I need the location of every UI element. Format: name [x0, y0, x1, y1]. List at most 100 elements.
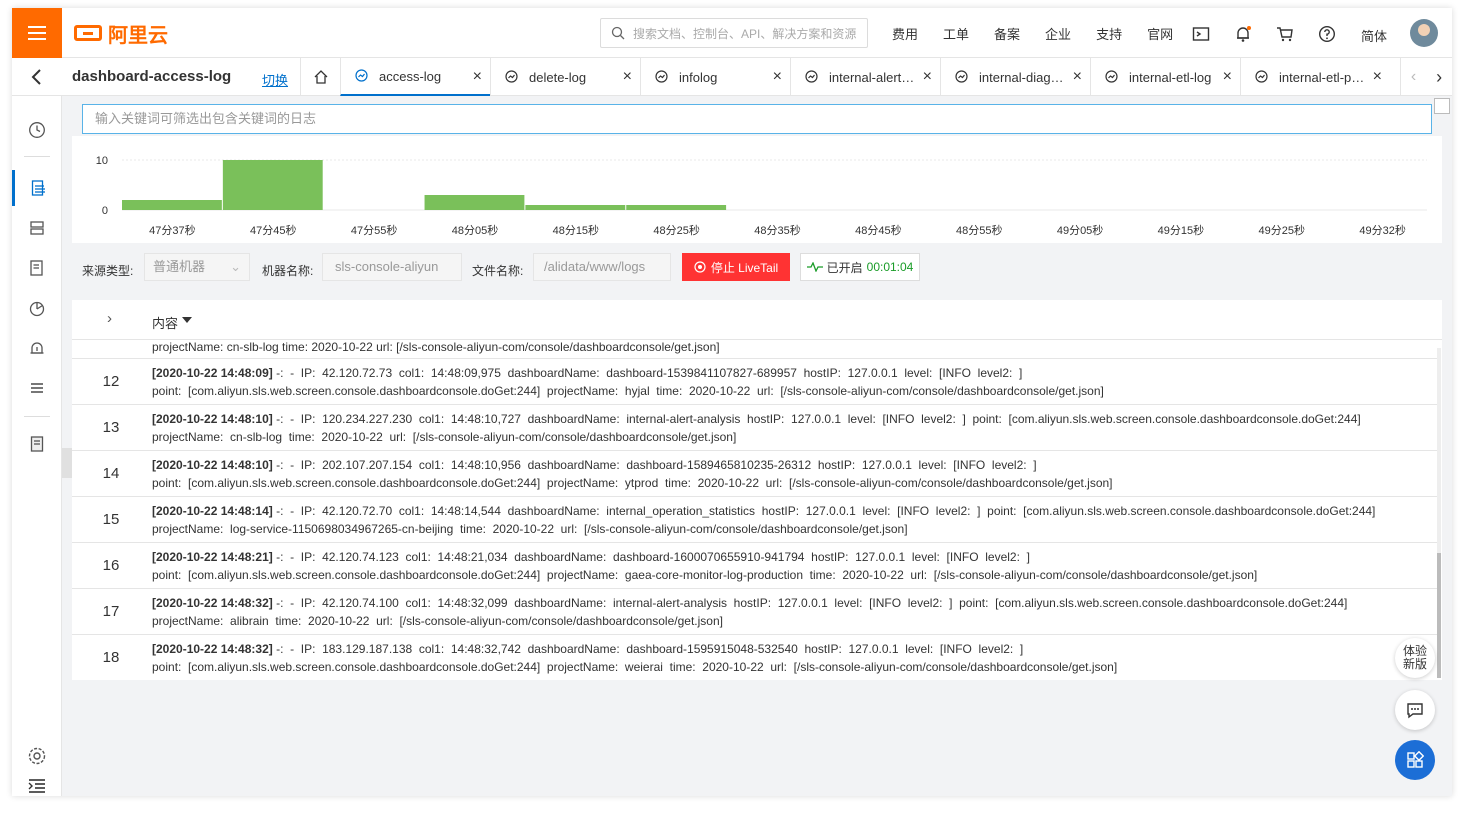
table-row[interactable]: 14 [2020-10-22 14:48:10] -: - IP: 202.107… — [72, 451, 1438, 497]
file-name-label: 文件名称: — [472, 264, 524, 278]
tab-label: internal-etl-log — [1129, 69, 1212, 85]
search-icon — [611, 26, 625, 40]
nav-billing[interactable]: 费用 — [892, 24, 918, 43]
tab-bar: dashboard-access-log 切换 access-log × delet… — [12, 58, 1452, 96]
tab-0[interactable]: access-log × — [340, 58, 490, 96]
x-tick-label: 48分25秒 — [653, 223, 699, 237]
search-placeholder: 搜索文档、控制台、API、解决方案和资源 — [633, 26, 857, 41]
close-icon[interactable]: × — [1373, 69, 1382, 85]
log-fields-1: -: - IP: 42.120.74.100 col1: 14:48:32,09… — [272, 596, 1348, 610]
close-icon[interactable]: × — [623, 69, 632, 85]
log-fields-1: -: - IP: 42.120.72.70 col1: 14:48:14,544… — [272, 504, 1376, 518]
log-tab-icon — [655, 70, 669, 84]
table-row[interactable]: 18 [2020-10-22 14:48:32] -: - IP: 183.129… — [72, 635, 1438, 680]
nav-icp[interactable]: 备案 — [994, 24, 1020, 43]
stop-livetail-button[interactable]: 停止 LiveTail — [682, 253, 790, 281]
log-timestamp: [2020-10-22 14:48:21] — [152, 550, 273, 564]
nav-website[interactable]: 官网 — [1147, 24, 1173, 43]
sidebar-item-logstore[interactable] — [12, 170, 62, 206]
new-version-button[interactable]: 体验新版 — [1395, 638, 1435, 678]
avatar[interactable] — [1410, 19, 1438, 47]
sidebar-item-storage[interactable] — [12, 210, 62, 246]
sidebar-item-list[interactable] — [12, 370, 62, 406]
log-line-1: [2020-10-22 14:48:32] -: - IP: 183.129.1… — [152, 642, 1023, 656]
table-row[interactable]: 12 [2020-10-22 14:48:09] -: - IP: 42.120.… — [72, 359, 1438, 405]
tab-scroll-controls: ‹ › — [1400, 58, 1452, 96]
sidebar-item-history[interactable] — [12, 112, 62, 148]
sort-down-icon[interactable] — [182, 317, 192, 323]
apps-button[interactable] — [1395, 740, 1435, 780]
log-tab-icon — [805, 70, 819, 84]
log-line-2: point: [com.aliyun.sls.web.screen.consol… — [152, 660, 1117, 674]
table-row[interactable]: 15 [2020-10-22 14:48:14] -: - IP: 42.120.… — [72, 497, 1438, 543]
switch-link[interactable]: 切换 — [262, 70, 288, 89]
table-row[interactable]: 13 [2020-10-22 14:48:10] -: - IP: 120.234… — [72, 405, 1438, 451]
help-icon[interactable] — [1318, 25, 1336, 43]
log-tab-icon — [1255, 70, 1269, 84]
gear-icon — [28, 747, 46, 765]
tab-prev-icon[interactable]: ‹ — [1411, 68, 1416, 86]
close-icon[interactable]: × — [1223, 69, 1232, 85]
tab-4[interactable]: internal-diag… × — [940, 58, 1090, 96]
sidebar-item-collapse[interactable] — [12, 768, 62, 796]
source-type-value: 普通机器 — [153, 259, 206, 274]
table-header: › 内容 — [72, 300, 1442, 340]
cart-icon[interactable] — [1276, 25, 1294, 43]
global-search[interactable]: 搜索文档、控制台、API、解决方案和资源 — [600, 18, 868, 48]
histogram-bar[interactable] — [424, 195, 525, 210]
home-icon — [314, 70, 327, 84]
tab-3[interactable]: internal-alert-… × — [790, 58, 940, 96]
sidebar-item-alerts[interactable] — [12, 330, 62, 366]
bell-icon[interactable] — [1234, 25, 1252, 43]
database-icon — [30, 221, 44, 235]
chat-icon — [1407, 703, 1423, 719]
x-tick-label: 48分15秒 — [553, 223, 599, 237]
close-icon[interactable]: × — [1073, 69, 1082, 85]
logo-mark-icon — [74, 25, 102, 41]
tab-1[interactable]: delete-log × — [490, 58, 640, 96]
machine-name-value: sls-console-aliyun — [335, 259, 439, 274]
terminal-icon[interactable] — [1192, 25, 1210, 43]
hamburger-icon — [28, 32, 46, 34]
close-icon[interactable]: × — [773, 69, 782, 85]
histogram-bar[interactable] — [222, 160, 323, 210]
table-row[interactable]: 17 [2020-10-22 14:48:32] -: - IP: 42.120.… — [72, 589, 1438, 635]
close-icon[interactable]: × — [923, 69, 932, 85]
chat-button[interactable] — [1395, 690, 1435, 730]
nav-support[interactable]: 支持 — [1096, 24, 1122, 43]
stop-icon — [694, 261, 706, 273]
tab-5[interactable]: internal-etl-log × — [1090, 58, 1240, 96]
tab-6[interactable]: internal-etl-pr… × — [1240, 58, 1390, 96]
menu-button[interactable] — [12, 8, 62, 58]
sidebar-item-dashboard[interactable] — [12, 290, 62, 326]
table-scroll-thumb[interactable] — [1437, 553, 1441, 678]
close-icon[interactable]: × — [473, 69, 482, 85]
file-name-value: /alidata/www/logs — [544, 259, 646, 274]
content-column-header[interactable]: 内容 — [152, 313, 178, 332]
row-number: 16 — [102, 557, 120, 574]
source-type-select[interactable]: 普通机器 ⌄ — [144, 253, 250, 281]
tab-next-icon[interactable]: › — [1436, 67, 1442, 88]
histogram-bar[interactable] — [626, 205, 727, 210]
log-timestamp: [2020-10-22 14:48:32] — [152, 642, 273, 656]
home-tab[interactable] — [300, 58, 340, 96]
sidebar-item-saved-search[interactable] — [12, 250, 62, 286]
histogram-bar[interactable] — [525, 205, 626, 210]
nav-tickets[interactable]: 工单 — [943, 24, 969, 43]
histogram-bar[interactable] — [122, 200, 222, 210]
file-name-field[interactable]: /alidata/www/logs — [533, 253, 671, 281]
expand-all-icon[interactable]: › — [107, 310, 112, 327]
nav-enterprise[interactable]: 企业 — [1045, 24, 1071, 43]
keyword-filter-input[interactable]: 输入关键词可筛选出包含关键词的日志 — [82, 104, 1432, 134]
options-checkbox[interactable] — [1434, 98, 1450, 114]
left-sidebar — [12, 96, 62, 796]
table-row[interactable]: 16 [2020-10-22 14:48:21] -: - IP: 42.120.… — [72, 543, 1438, 589]
back-icon[interactable] — [30, 68, 44, 86]
sidebar-collapse-handle[interactable] — [62, 448, 72, 478]
sidebar-item-report[interactable] — [12, 426, 62, 462]
tab-2[interactable]: infolog × — [640, 58, 790, 96]
machine-name-field[interactable]: sls-console-aliyun — [322, 253, 462, 281]
aliyun-logo[interactable]: 阿里云 — [74, 21, 168, 47]
source-type-label: 来源类型: — [82, 264, 134, 278]
language-switch[interactable]: 简体 — [1361, 26, 1387, 45]
